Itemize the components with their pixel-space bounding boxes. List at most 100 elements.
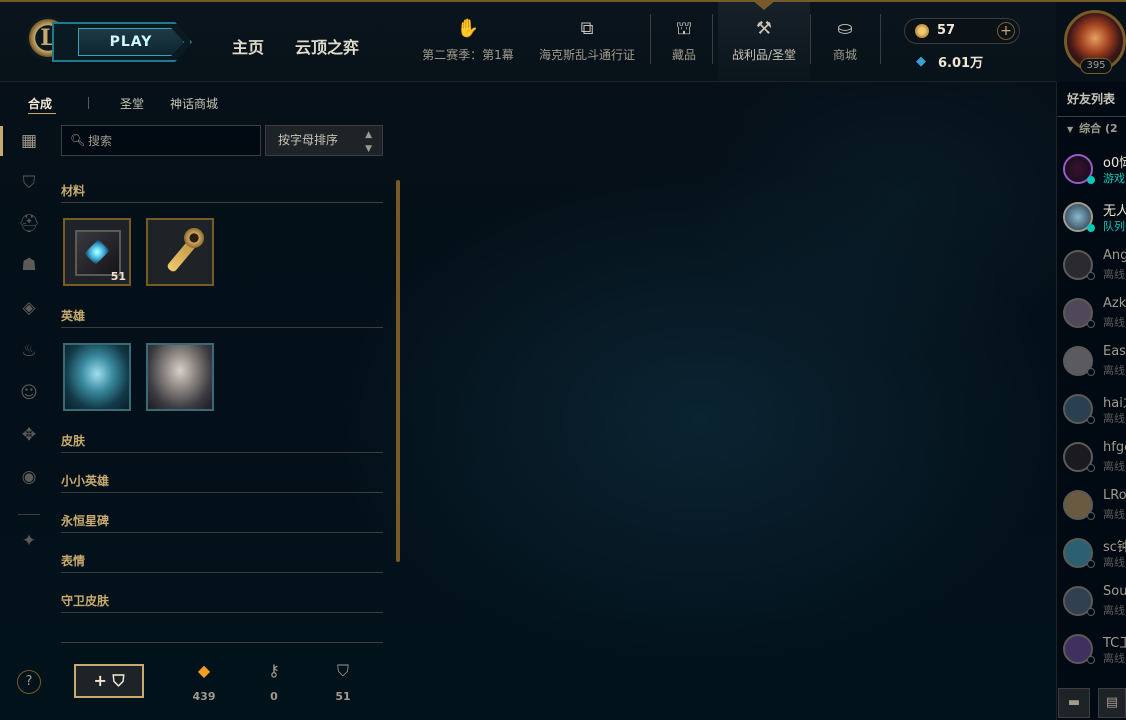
header-bar: L PLAY 主页 云顶之弈 ✋ 第二赛季：第1幕 ⧉ 海克斯乱斗通行证 ⛫ 藏… bbox=[0, 0, 1056, 82]
chest-icon: ⛉ bbox=[336, 661, 349, 680]
ward-icon[interactable]: ◈ bbox=[18, 297, 40, 319]
mask-icon[interactable]: ☗ bbox=[18, 254, 40, 276]
tab-active-underline bbox=[28, 113, 56, 114]
loot-item-champion-shard-1[interactable] bbox=[63, 343, 131, 411]
profile-level: 395 bbox=[1080, 58, 1112, 74]
blue-essence-icon: ◆ bbox=[916, 54, 926, 69]
friend-item[interactable]: sc钟离线 bbox=[1063, 534, 1126, 574]
category-title-little-legends[interactable]: 小小英雄 bbox=[61, 472, 109, 489]
status-dot bbox=[1087, 272, 1095, 280]
store-icon: ⛀ bbox=[837, 18, 853, 39]
rp-icon bbox=[915, 24, 929, 38]
friend-item[interactable]: hfgc离线 bbox=[1063, 438, 1126, 478]
sort-label: 按字母排序 bbox=[278, 133, 339, 147]
chevron-down-icon: ▼ bbox=[1067, 125, 1074, 134]
nav-home[interactable]: 主页 bbox=[232, 34, 264, 58]
friend-item[interactable]: Ang 离线 bbox=[1063, 246, 1126, 286]
chest-icon[interactable]: ⛉ bbox=[18, 172, 40, 194]
eternal-icon[interactable]: ✦ bbox=[18, 530, 40, 552]
status-dot bbox=[1087, 224, 1095, 232]
friend-item[interactable]: hai之离线 bbox=[1063, 390, 1126, 430]
chat-window-button[interactable]: ▤ bbox=[1098, 688, 1126, 718]
buy-rp-button[interactable]: + bbox=[997, 22, 1015, 40]
friend-item[interactable]: TC卫离线 bbox=[1063, 630, 1126, 670]
tab-mythic-shop[interactable]: 神话商城 bbox=[170, 95, 218, 112]
item-count: 51 bbox=[110, 270, 126, 283]
category-title-eternals[interactable]: 永恒星碑 bbox=[61, 512, 109, 529]
helmet-icon[interactable]: ⛑ bbox=[18, 213, 40, 235]
chat-window-icon: ▤ bbox=[1105, 695, 1119, 710]
craft-chest-button[interactable]: + ⛉ bbox=[74, 664, 144, 698]
search-icon: 🔍︎ bbox=[70, 133, 86, 147]
sort-arrows-icon: ▲ ▼ bbox=[365, 130, 372, 154]
friend-item[interactable]: Azka离线 bbox=[1063, 294, 1126, 334]
bottom-divider bbox=[61, 642, 383, 643]
resource-key-fragment: ⚷ 0 bbox=[254, 660, 294, 703]
status-dot bbox=[1087, 176, 1095, 184]
loot-window: L PLAY 主页 云顶之弈 ✋ 第二赛季：第1幕 ⧉ 海克斯乱斗通行证 ⛫ 藏… bbox=[0, 0, 1126, 720]
loot-item-hextech-key[interactable] bbox=[146, 218, 214, 286]
friend-item[interactable]: 无人队列 bbox=[1063, 198, 1126, 238]
friends-panel: 好友列表 ▼综合 (2 o0恸游戏 无人队列 Ang离线 Azka离线 Eas离… bbox=[1056, 82, 1126, 720]
category-title-skins[interactable]: 皮肤 bbox=[61, 432, 85, 449]
rp-wallet: 57 + bbox=[904, 18, 1020, 44]
emote-icon[interactable]: ☺ bbox=[18, 382, 40, 404]
friends-group-general[interactable]: ▼ 综合 (2 bbox=[1067, 120, 1118, 136]
category-divider bbox=[61, 572, 383, 573]
category-divider bbox=[61, 327, 383, 328]
loot-item-champion-shard-2[interactable] bbox=[146, 343, 214, 411]
nav-separator bbox=[880, 14, 881, 64]
category-title-ward-skins[interactable]: 守卫皮肤 bbox=[61, 592, 109, 609]
chat-button[interactable]: ▬ bbox=[1058, 688, 1090, 718]
status-dot bbox=[1087, 608, 1095, 616]
orange-essence-icon: ◆ bbox=[197, 661, 211, 680]
grid-icon[interactable]: ▦ bbox=[18, 130, 40, 152]
play-button[interactable]: PLAY bbox=[52, 22, 192, 62]
key-fragment-icon: ⚷ bbox=[268, 661, 280, 680]
arena-pass-icon: ⧉ bbox=[580, 18, 594, 39]
totem-icon[interactable]: ✥ bbox=[18, 424, 40, 446]
flame-icon[interactable]: ♨ bbox=[18, 340, 40, 362]
category-title-materials: 材料 bbox=[61, 184, 86, 198]
category-title-champions: 英雄 bbox=[61, 309, 86, 323]
category-divider bbox=[61, 612, 383, 613]
tab-craft[interactable]: 合成 bbox=[28, 95, 52, 112]
rail-active-indicator bbox=[0, 126, 3, 156]
status-dot bbox=[1087, 512, 1095, 520]
friend-item[interactable]: Sou 离线 bbox=[1063, 582, 1126, 622]
tab-sanctum[interactable]: 圣堂 bbox=[120, 95, 144, 112]
status-dot bbox=[1087, 416, 1095, 424]
nav-store[interactable]: ⛀ 商城 bbox=[790, 16, 900, 63]
play-button-label: PLAY bbox=[78, 28, 184, 56]
loot-scrollbar[interactable] bbox=[396, 180, 400, 562]
friend-item[interactable]: LRo 离线 bbox=[1063, 486, 1126, 526]
search-box: 🔍︎ bbox=[61, 125, 261, 156]
loot-item-hextech-chest[interactable]: 51 bbox=[63, 218, 131, 286]
rp-value: 57 bbox=[937, 23, 956, 38]
tab-separator bbox=[88, 97, 89, 109]
resource-chest: ⛉ 51 bbox=[323, 660, 363, 703]
season-pass-icon: ✋ bbox=[456, 18, 480, 39]
category-divider bbox=[61, 202, 383, 203]
friend-item[interactable]: Eas 离线 bbox=[1063, 342, 1126, 382]
nav-season-pass[interactable]: ✋ 第二赛季：第1幕 bbox=[413, 16, 523, 63]
category-divider bbox=[61, 532, 383, 533]
friend-item[interactable]: o0恸游戏 bbox=[1063, 150, 1126, 190]
status-dot bbox=[1087, 320, 1095, 328]
category-divider bbox=[61, 452, 383, 453]
search-input[interactable] bbox=[88, 130, 256, 152]
sort-dropdown[interactable]: 按字母排序 ▲ ▼ bbox=[265, 125, 383, 156]
category-divider bbox=[61, 492, 383, 493]
chest-icon: ⛉ bbox=[112, 671, 125, 690]
champion-portrait-icon bbox=[148, 345, 212, 409]
champion-portrait-icon bbox=[65, 345, 129, 409]
nav-tft[interactable]: 云顶之弈 bbox=[295, 34, 359, 58]
category-title-emotes[interactable]: 表情 bbox=[61, 552, 85, 569]
hextech-key-icon bbox=[166, 232, 202, 274]
profile-icon[interactable]: ◉ bbox=[18, 466, 40, 488]
resource-orange-essence: ◆ 439 bbox=[184, 660, 224, 703]
help-button[interactable]: ? bbox=[17, 670, 41, 694]
status-dot bbox=[1087, 368, 1095, 376]
nav-arena-pass[interactable]: ⧉ 海克斯乱斗通行证 bbox=[532, 16, 642, 63]
chat-icon: ▬ bbox=[1067, 695, 1081, 710]
